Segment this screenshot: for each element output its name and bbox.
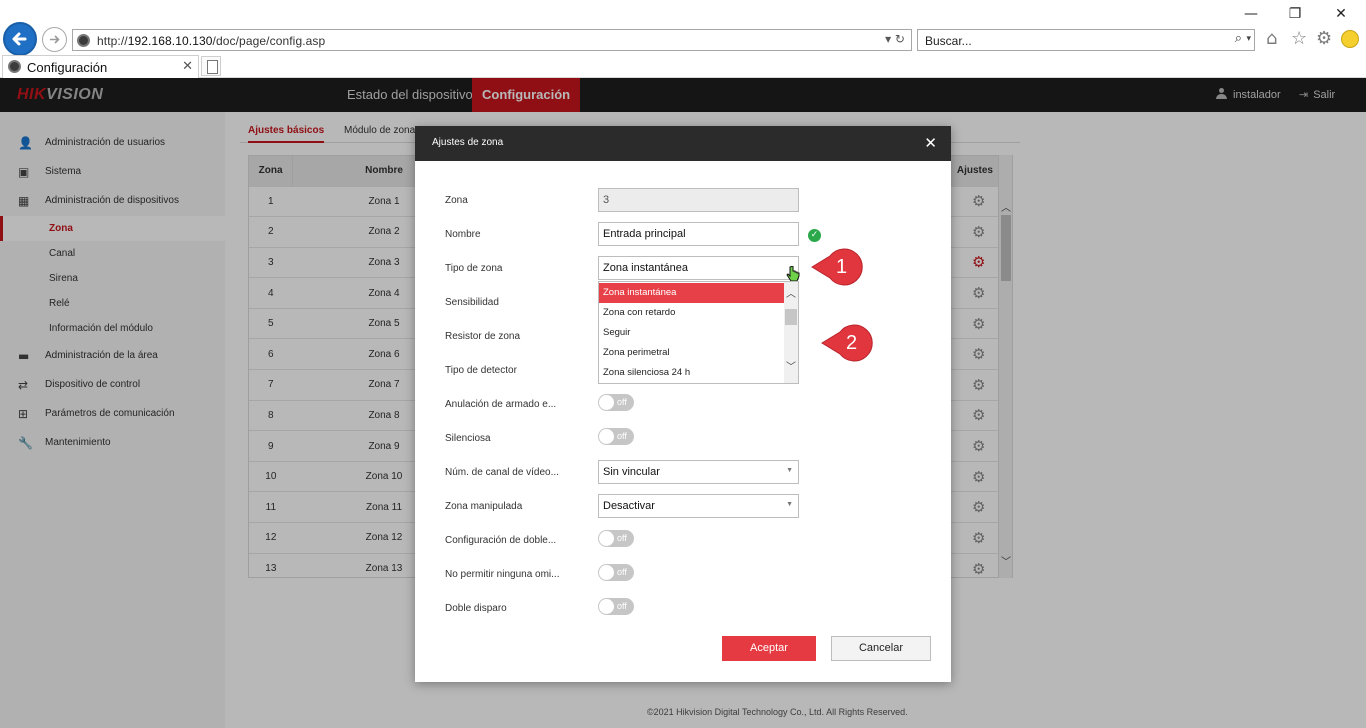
- dropdown-option[interactable]: Zona silenciosa 24 h: [599, 363, 784, 383]
- dropdown-option[interactable]: Zona instantánea: [599, 283, 784, 303]
- home-icon[interactable]: ⌂: [1266, 28, 1277, 49]
- search-placeholder: Buscar...: [925, 34, 972, 48]
- canal-video-label: Núm. de canal de vídeo...: [445, 467, 559, 478]
- search-icon[interactable]: ⌕: [1235, 31, 1242, 46]
- minimize-button[interactable]: —: [1228, 4, 1274, 24]
- callout-2: 2: [820, 324, 880, 362]
- sensibilidad-label: Sensibilidad: [445, 297, 499, 308]
- tab-close-icon[interactable]: ✕: [182, 58, 193, 74]
- url-text: http://192.168.10.130/doc/page/config.as…: [97, 34, 326, 48]
- silenciosa-label: Silenciosa: [445, 433, 491, 444]
- dropdown-arrow-icon: ▼: [786, 501, 793, 508]
- callout-1: 1: [810, 248, 870, 286]
- search-box[interactable]: Buscar... ⌕ ▾: [917, 29, 1255, 51]
- search-dropdown-icon[interactable]: ▾: [1246, 33, 1251, 44]
- toggle-knob: [599, 531, 614, 546]
- gear-icon[interactable]: ⚙: [1316, 28, 1332, 49]
- valid-check-icon: ✓: [808, 229, 821, 242]
- back-icon: [12, 32, 27, 46]
- scroll-down-icon[interactable]: ﹀: [786, 358, 796, 373]
- dropdown-option[interactable]: Zona con retardo: [599, 303, 784, 323]
- tab-favicon-icon: [8, 60, 21, 73]
- dropdown-option[interactable]: Zona perimetral: [599, 343, 784, 363]
- dropdown-scrollbar[interactable]: ︿ ﹀: [784, 282, 798, 383]
- no-omitir-label: No permitir ninguna omi...: [445, 569, 560, 580]
- zone-settings-dialog: Ajustes de zona ✕ Zona 3 Nombre Entrada …: [415, 126, 951, 682]
- toggle-knob: [599, 599, 614, 614]
- anulacion-toggle[interactable]: off: [598, 394, 634, 411]
- tab-title: Configuración: [27, 60, 108, 75]
- restore-button[interactable]: ❐: [1272, 4, 1318, 24]
- site-favicon-icon: [77, 34, 90, 47]
- star-icon[interactable]: ☆: [1291, 28, 1307, 49]
- forward-icon: [50, 35, 60, 44]
- doble-cfg-label: Configuración de doble...: [445, 535, 557, 546]
- zona-field: 3: [598, 188, 799, 212]
- canal-video-select[interactable]: Sin vincular ▼: [598, 460, 799, 484]
- forward-button[interactable]: [42, 27, 67, 52]
- toggle-knob: [599, 395, 614, 410]
- dropdown-scroll-thumb[interactable]: [785, 309, 797, 325]
- close-window-button[interactable]: ✕: [1318, 4, 1364, 24]
- nombre-label: Nombre: [445, 229, 481, 240]
- browser-chrome: — ❐ ✕ http://192.168.10.130/doc/page/con…: [0, 0, 1366, 78]
- tipo-zona-dropdown-list[interactable]: Zona instantánea Zona con retardo Seguir…: [598, 281, 799, 384]
- detector-label: Tipo de detector: [445, 365, 517, 376]
- back-button[interactable]: [3, 22, 37, 56]
- doble-cfg-toggle[interactable]: off: [598, 530, 634, 547]
- doble-disparo-label: Doble disparo: [445, 603, 507, 614]
- new-tab-button[interactable]: [201, 56, 221, 76]
- silenciosa-toggle[interactable]: off: [598, 428, 634, 445]
- close-icon[interactable]: ✕: [924, 134, 937, 152]
- tipo-zona-label: Tipo de zona: [445, 263, 503, 274]
- toggle-knob: [599, 565, 614, 580]
- resistor-label: Resistor de zona: [445, 331, 521, 342]
- dropdown-option[interactable]: Seguir: [599, 323, 784, 343]
- nombre-field[interactable]: Entrada principal: [598, 222, 799, 246]
- browser-tab[interactable]: Configuración ✕: [2, 55, 199, 78]
- dialog-header: Ajustes de zona ✕: [415, 126, 951, 161]
- tipo-zona-select[interactable]: Zona instantánea: [598, 256, 799, 280]
- doble-disparo-toggle[interactable]: off: [598, 598, 634, 615]
- no-omitir-toggle[interactable]: off: [598, 564, 634, 581]
- smiley-icon[interactable]: [1341, 30, 1359, 48]
- dialog-title: Ajustes de zona: [432, 137, 504, 148]
- toggle-knob: [599, 429, 614, 444]
- address-bar[interactable]: http://192.168.10.130/doc/page/config.as…: [72, 29, 912, 51]
- manipulada-label: Zona manipulada: [445, 501, 523, 512]
- scroll-up-icon[interactable]: ︿: [786, 285, 796, 300]
- manipulada-select[interactable]: Desactivar ▼: [598, 494, 799, 518]
- cancel-button[interactable]: Cancelar: [831, 636, 931, 661]
- refresh-icon[interactable]: ▾ ↻: [885, 32, 905, 46]
- zona-label: Zona: [445, 195, 468, 206]
- anulacion-label: Anulación de armado e...: [445, 399, 557, 410]
- accept-button[interactable]: Aceptar: [722, 636, 816, 661]
- dropdown-arrow-icon: ▼: [786, 467, 793, 474]
